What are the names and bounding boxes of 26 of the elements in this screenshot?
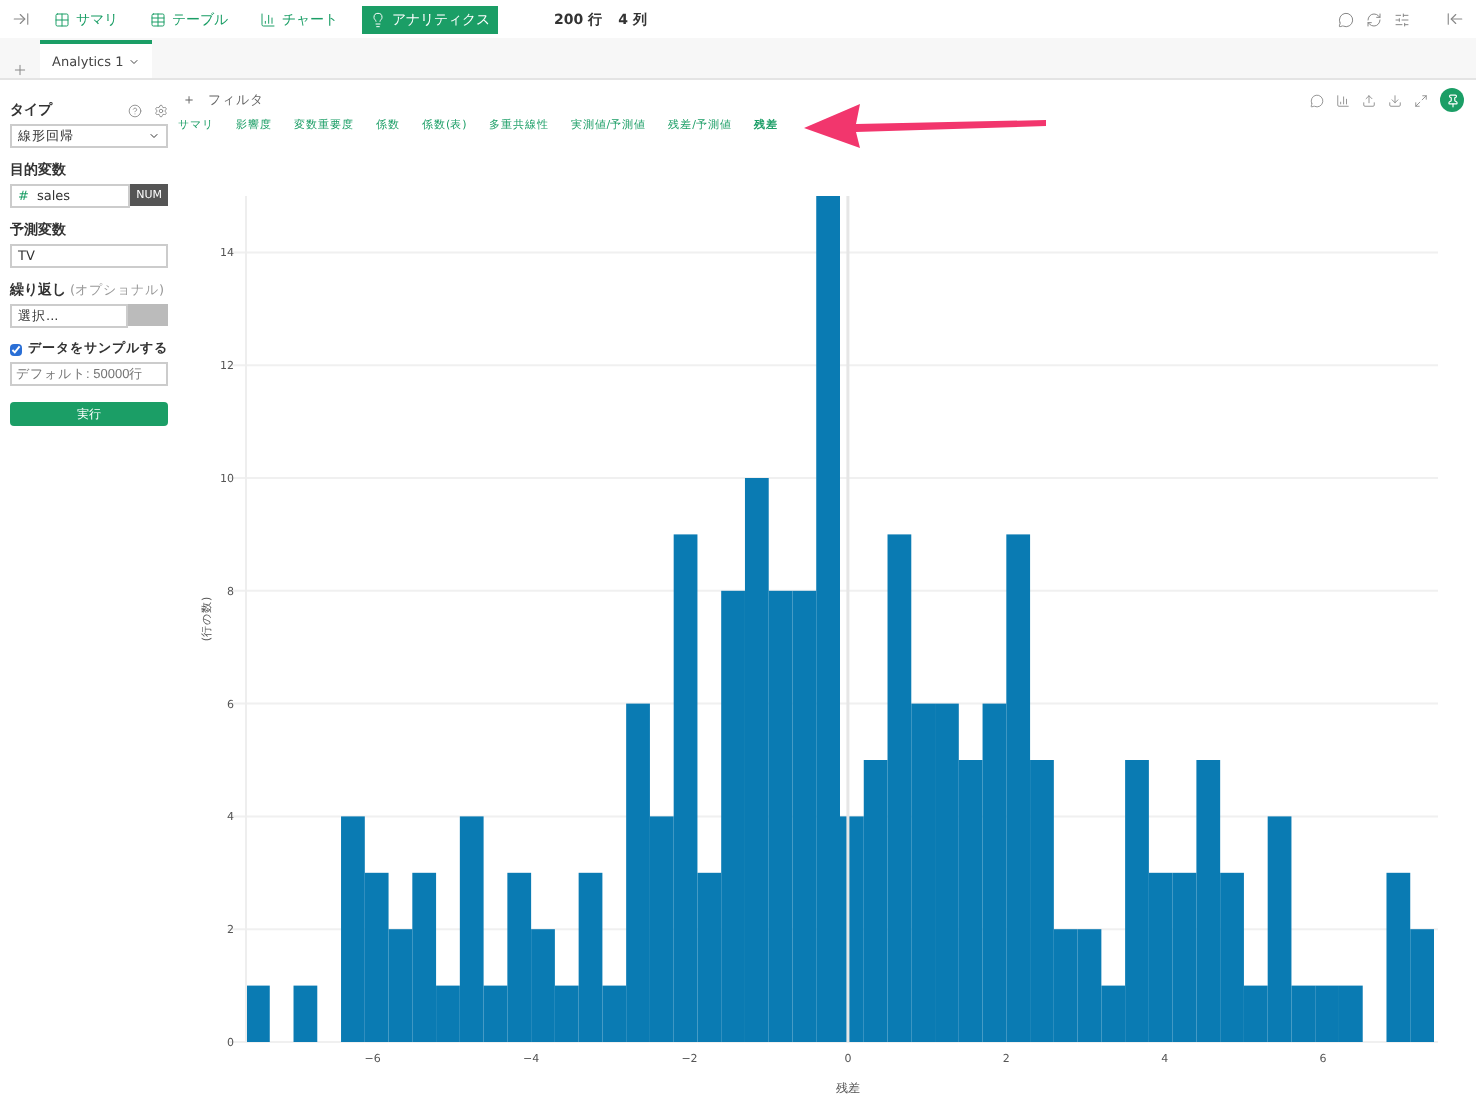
expand-icon[interactable]: [12, 10, 30, 28]
chevron-down-icon: [148, 130, 160, 142]
refresh-icon[interactable]: [1366, 11, 1382, 27]
pin-button[interactable]: [1440, 88, 1464, 112]
sample-checkbox[interactable]: [10, 343, 22, 355]
histogram-bar: [246, 985, 270, 1042]
expand-icon[interactable]: [1414, 93, 1428, 107]
bar-chart-icon: [260, 11, 276, 27]
collapse-icon[interactable]: [1446, 10, 1464, 28]
histogram-bar: [1338, 985, 1363, 1042]
download-icon[interactable]: [1388, 93, 1402, 107]
add-tab-icon[interactable]: [12, 62, 28, 78]
upload-icon[interactable]: [1362, 93, 1376, 107]
comment-icon[interactable]: [1310, 93, 1324, 107]
settings-icon[interactable]: [154, 103, 168, 117]
help-icon[interactable]: [128, 103, 142, 117]
pin-icon: [1445, 93, 1459, 107]
table-icon: [150, 11, 166, 27]
settings-icon[interactable]: [1394, 11, 1410, 27]
chevron-down-icon: [127, 55, 140, 67]
lightbulb-icon: [370, 11, 386, 27]
grid-icon: [54, 11, 70, 27]
histogram-bar: [293, 985, 318, 1042]
chart-icon[interactable]: [1336, 93, 1350, 107]
comment-icon[interactable]: [1338, 11, 1354, 27]
histogram-bar: [1315, 985, 1339, 1042]
